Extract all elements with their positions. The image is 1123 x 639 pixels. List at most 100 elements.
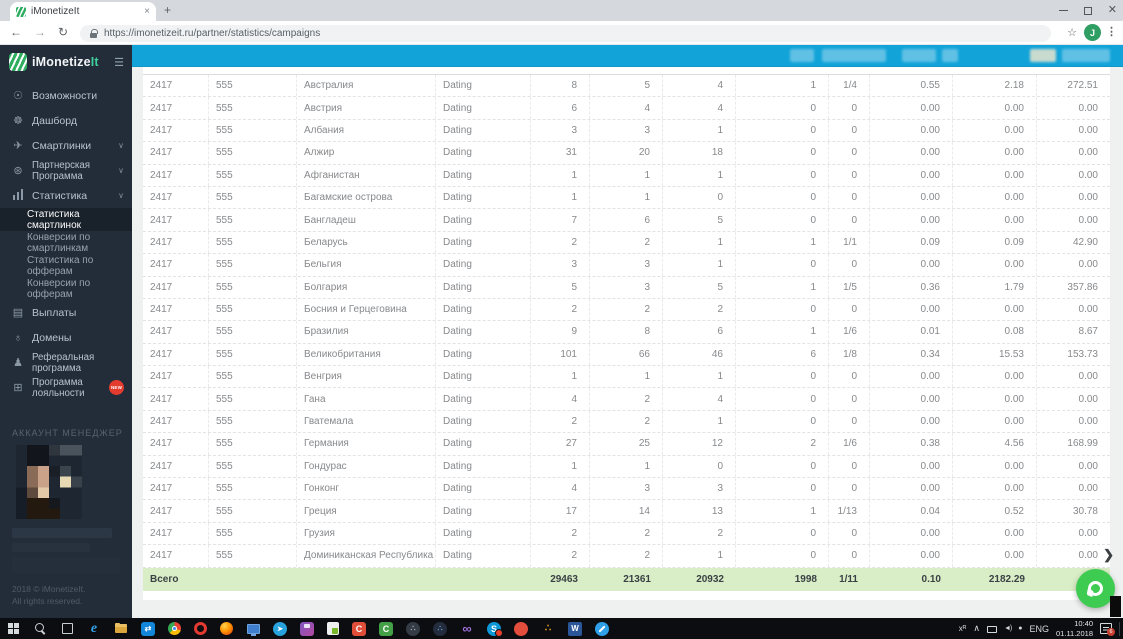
cell-country: Гана (297, 388, 436, 410)
volume-icon[interactable]: ◄) (1004, 625, 1012, 632)
table-row[interactable]: 2417 555 Босния и Герцеговина Dating 2 2… (143, 298, 1110, 322)
cell-value: 0.00 (1078, 102, 1098, 114)
tab-close-icon[interactable]: × (144, 6, 150, 17)
table-row[interactable]: 2417 555 Гватемала Dating 2 2 1 0 0 0.00… (143, 410, 1110, 434)
taskbar-chrome-icon[interactable] (168, 622, 181, 635)
taskbar-visual-studio-icon[interactable]: ∞ (460, 621, 474, 636)
cell-value: 0.00 (870, 366, 953, 388)
tray-remote-icon[interactable]: xᴿ (959, 624, 967, 633)
sidebar-item-dashboard[interactable]: ☸ Дашборд (0, 108, 132, 133)
sidebar-subitem-offer-statistics[interactable]: Статистика по офферам (0, 254, 132, 277)
table-row[interactable]: 2417 555 Гонконг Dating 4 3 3 0 0 0.00 0… (143, 478, 1110, 501)
cell-value: 6 (531, 97, 590, 119)
maximize-icon[interactable] (1083, 6, 1092, 15)
sidebar-item-domains[interactable]: ♁ Домены (0, 325, 132, 350)
sidebar-item-payouts[interactable]: ▤ Выплаты (0, 300, 132, 325)
cell-value: 0 (736, 142, 829, 164)
taskbar-telegram-icon[interactable]: ➤ (273, 621, 287, 636)
browser-menu-icon[interactable]: ⋮ (1106, 25, 1117, 38)
statistics-submenu: Статистика смартлинок Конверсии по смарт… (0, 208, 132, 300)
refresh-icon[interactable]: ↻ (58, 25, 68, 39)
table-row[interactable]: 2417 555 Бельгия Dating 3 3 1 0 0 0.00 0… (143, 254, 1110, 277)
chevron-down-icon: ∨ (118, 191, 124, 200)
cell-value: 0 (829, 455, 870, 478)
table-row[interactable]: 2417 555 Греция Dating 17 14 13 1 1/13 0… (143, 500, 1110, 523)
table-row[interactable]: 2417 555 Бангладеш Dating 7 6 5 0 0 0.00… (143, 209, 1110, 232)
brand-logo[interactable]: iMonetizeIt ☰ (0, 45, 132, 75)
taskbar-word-icon[interactable]: W (568, 621, 582, 636)
table-row[interactable]: 2417 555 Гондурас Dating 1 1 0 0 0 0.00 … (143, 455, 1110, 479)
action-center-icon[interactable]: 6 (1100, 623, 1115, 636)
tray-expand-icon[interactable]: ∧ (973, 623, 980, 634)
taskbar-teamviewer-icon[interactable]: ⇄ (141, 621, 155, 636)
taskbar-search-icon[interactable] (33, 622, 47, 636)
sidebar-item-partner-program[interactable]: ⊛ Партнерская Программа ∨ (0, 158, 132, 183)
referral-users-icon: ♟ (13, 357, 23, 369)
taskbar-c-red-icon[interactable]: C (352, 621, 366, 636)
horizontal-scroll-next-icon[interactable]: ❯ (1103, 547, 1114, 563)
new-tab-button[interactable]: + (164, 3, 171, 17)
taskbar-notepad-plus-icon[interactable] (327, 622, 339, 635)
sidebar-item-opportunities[interactable]: ☉ Возможности (0, 83, 132, 108)
bookmark-star-icon[interactable]: ☆ (1067, 26, 1077, 39)
taskbar-file-explorer-icon[interactable] (114, 622, 128, 636)
sidebar-subitem-smartlink-conversions[interactable]: Конверсии по смартлинкам (0, 231, 132, 254)
sidebar-item-smartlinks[interactable]: ✈ Смартлинки ∨ (0, 133, 132, 158)
taskbar-skype-icon[interactable]: S (487, 621, 503, 637)
table-row[interactable]: 2417 555 Багамские острова Dating 1 1 0 … (143, 186, 1110, 210)
table-row[interactable]: 2417 555 Доминиканская Республика Dating… (143, 545, 1110, 568)
taskbar-red-app-icon[interactable] (514, 621, 528, 636)
cell-smartlink-id: 555 (209, 545, 297, 567)
table-row[interactable]: 2417 555 Гана Dating 4 2 4 0 0 0.00 0.00… (143, 388, 1110, 411)
taskbar-c-green-icon[interactable]: C (379, 621, 393, 636)
taskbar-app-blue-dots-icon[interactable]: ∴ (433, 621, 447, 636)
taskbar-clock[interactable]: 10:40 01.11.2018 (1056, 619, 1093, 639)
browser-tab[interactable]: iMonetizeIt × (10, 2, 156, 21)
table-row[interactable]: 2417 555 Австрия Dating 6 4 4 0 0 0.00 0… (143, 97, 1110, 120)
minimize-icon[interactable] (1058, 10, 1068, 11)
taskbar-firefox-icon[interactable] (220, 622, 233, 635)
taskbar-start-icon[interactable] (6, 622, 20, 636)
taskbar-task-view-icon[interactable] (60, 622, 74, 636)
table-row[interactable]: 2417 555 Германия Dating 27 25 12 2 1/6 … (143, 433, 1110, 456)
sidebar-item-loyalty-program[interactable]: ⊞ Программа лояльности NEW (0, 375, 132, 400)
sidebar-item-referral-program[interactable]: ♟ Реферальная программа (0, 350, 132, 375)
cell-value: 3 (531, 119, 590, 142)
table-row[interactable]: 2417 555 Венгрия Dating 1 1 1 0 0 0.00 0… (143, 366, 1110, 389)
cell-value: 6 (663, 321, 736, 343)
cell-value: 3 (663, 478, 736, 500)
cell-value: 1 (663, 366, 736, 388)
sidebar-collapse-icon[interactable]: ☰ (114, 56, 124, 69)
taskbar-lens-app-icon[interactable] (595, 621, 609, 636)
cell-value: 18 (663, 142, 736, 164)
table-row[interactable]: 2417 555 Беларусь Dating 2 2 1 1 1/1 0.0… (143, 231, 1110, 255)
sidebar-item-statistics[interactable]: Статистика ∨ (0, 183, 132, 208)
taskbar-opera-icon[interactable] (194, 622, 207, 635)
language-indicator[interactable]: ENG (1030, 624, 1050, 634)
table-row[interactable]: 2417 555 Великобритания Dating 101 66 46… (143, 343, 1110, 367)
forward-icon[interactable]: → (34, 25, 46, 39)
table-row[interactable]: 2417 555 Болгария Dating 5 3 5 1 1/5 0.3… (143, 276, 1110, 299)
taskbar-edge-icon[interactable]: e (87, 621, 101, 636)
taskbar-paw-app-icon[interactable]: ∴ (541, 622, 555, 636)
url-field[interactable]: https://imonetizeit.ru/partner/statistic… (80, 25, 1051, 42)
tray-app-icon[interactable]: ● (1018, 625, 1022, 632)
table-row[interactable]: 2417 555 Афганистан Dating 1 1 1 0 0 0.0… (143, 164, 1110, 187)
close-icon[interactable]: ✕ (1108, 5, 1117, 16)
sidebar-subitem-smartlink-statistics[interactable]: Статистика смартлинок (0, 208, 132, 231)
table-row[interactable]: 2417 555 Бразилия Dating 9 8 6 1 1/6 0.0… (143, 321, 1110, 344)
sidebar-subitem-offer-conversions[interactable]: Конверсии по офферам (0, 277, 132, 300)
table-row[interactable]: 2417 555 Алжир Dating 31 20 18 0 0 0.00 … (143, 142, 1110, 165)
table-row[interactable]: 2417 555 Австралия Dating 8 5 4 1 1/4 0.… (143, 75, 1110, 98)
taskbar-app-dark-dots-icon[interactable]: ∴ (406, 621, 420, 636)
taskbar-system-monitor-icon[interactable] (246, 622, 260, 636)
table-row[interactable]: 2417 555 Грузия Dating 2 2 2 0 0 0.00 0.… (143, 522, 1110, 546)
table-row[interactable]: 2417 555 Албания Dating 3 3 1 0 0 0.00 0… (143, 119, 1110, 143)
browser-profile-avatar[interactable]: J (1084, 24, 1101, 41)
cell-value: 5 (663, 276, 736, 298)
network-icon[interactable] (987, 625, 997, 633)
sidebar-item-label: Смартлинки (32, 139, 92, 152)
taskbar-floppy-app-icon[interactable] (300, 621, 314, 636)
show-desktop-divider[interactable] (1119, 621, 1120, 636)
back-icon[interactable]: ← (10, 25, 22, 39)
